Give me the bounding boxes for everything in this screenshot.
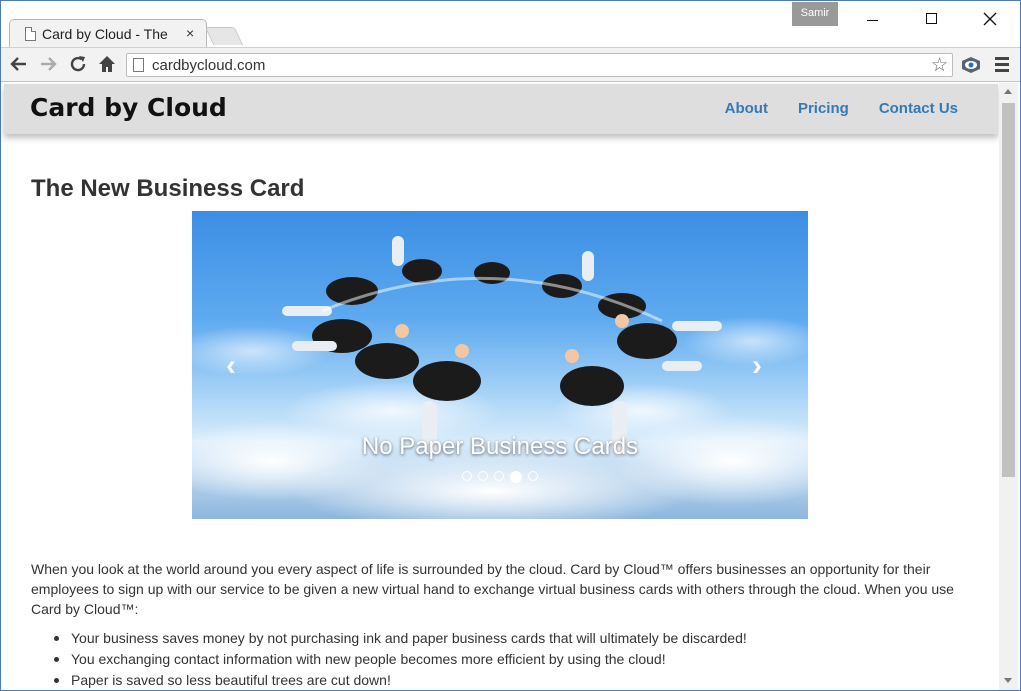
close-icon [983,12,997,26]
site-navbar: Card by Cloud About Pricing Contact Us [4,84,998,134]
arrow-right-icon [41,57,57,71]
nav-contact-link[interactable]: Contact Us [879,100,958,117]
close-window-button[interactable] [975,5,1005,33]
arrow-left-icon [10,57,26,71]
carousel-indicator-active[interactable] [510,471,522,483]
scroll-up-icon[interactable] [1004,89,1012,94]
address-bar[interactable]: cardbycloud.com ☆ [126,53,953,77]
page-icon [25,27,36,41]
chevron-left-icon[interactable]: ‹ [226,349,236,383]
page-viewport: Card by Cloud About Pricing Contact Us T… [1,83,1020,690]
tab-close-icon[interactable]: × [186,25,194,41]
browser-window: Card by Cloud - The × Samir cardbycloud.… [0,0,1021,691]
chevron-right-icon[interactable]: › [752,349,762,383]
page-icon [133,58,144,72]
hero-carousel[interactable]: ‹ › No Paper Business Cards [192,211,808,519]
back-button[interactable] [9,54,29,74]
carousel-indicators [462,471,538,483]
vertical-scrollbar[interactable] [999,83,1018,690]
reload-button[interactable] [68,54,88,74]
carousel-indicator[interactable] [462,471,472,481]
eye-icon[interactable] [960,56,982,74]
minimize-button[interactable] [858,5,888,33]
carousel-indicator[interactable] [478,471,488,481]
site-brand[interactable]: Card by Cloud [30,93,227,122]
benefits-list: Your business saves money by not purchas… [54,628,747,690]
carousel-caption: No Paper Business Cards [361,433,639,460]
tab-strip: Card by Cloud - The × Samir [1,1,1020,47]
new-tab-button[interactable] [204,27,244,45]
list-item: Your business saves money by not purchas… [54,628,747,649]
browser-toolbar: cardbycloud.com ☆ [1,47,1020,82]
scrollbar-thumb[interactable] [1002,103,1015,477]
maximize-icon [926,13,937,24]
nav-links: About Pricing Contact Us [725,100,958,117]
browser-tab[interactable]: Card by Cloud - The × [9,19,207,47]
url-text[interactable]: cardbycloud.com [152,57,265,74]
star-icon[interactable]: ☆ [931,54,948,77]
maximize-button[interactable] [917,5,947,33]
minimize-icon [867,20,878,21]
carousel-indicator[interactable] [494,471,504,481]
home-button[interactable] [97,54,117,74]
forward-button[interactable] [38,54,58,74]
nav-pricing-link[interactable]: Pricing [798,100,849,117]
nav-about-link[interactable]: About [725,100,768,117]
list-item: You exchanging contact information with … [54,649,747,670]
scroll-down-icon[interactable] [1004,678,1012,683]
hamburger-icon[interactable] [995,57,1009,73]
page-heading: The New Business Card [31,175,305,202]
list-item: Paper is saved so less beautiful trees a… [54,670,747,690]
intro-paragraph: When you look at the world around you ev… [31,561,954,617]
home-icon [99,56,115,72]
tab-title: Card by Cloud - The [42,26,168,42]
reload-icon [70,56,86,72]
profile-button[interactable]: Samir [792,2,838,26]
carousel-indicator[interactable] [528,471,538,481]
